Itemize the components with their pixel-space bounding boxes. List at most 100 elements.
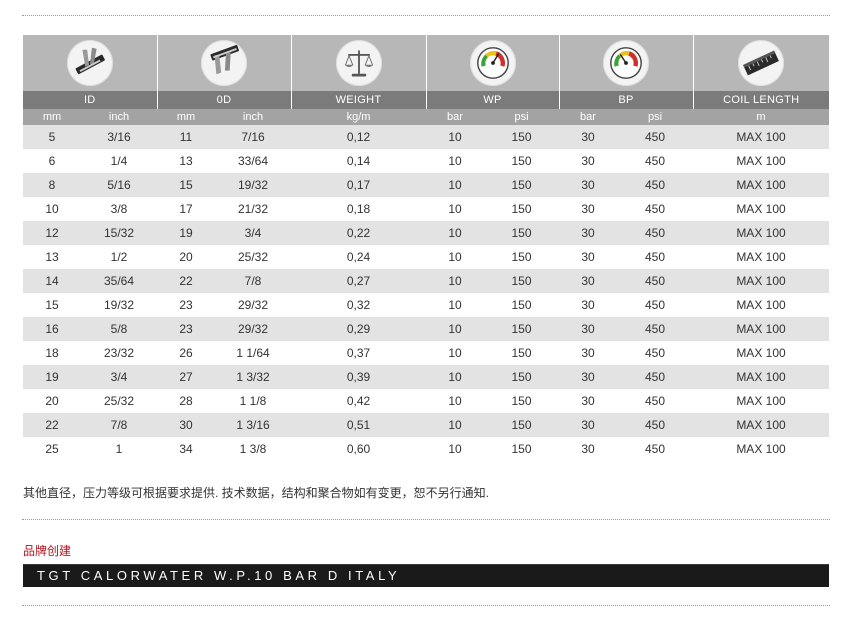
cell-wp-psi: 150 [484,125,559,149]
column-title-id: ID [23,91,157,109]
icon-cell-bp [558,35,693,91]
cell-od-mm: 23 [157,293,215,317]
cell-id-inch: 15/32 [81,221,157,245]
cell-bp-psi: 450 [617,341,693,365]
cell-bp-bar: 30 [559,221,617,245]
cell-id-mm: 14 [23,269,81,293]
cell-od-inch: 29/32 [215,293,291,317]
cell-bp-bar: 30 [559,341,617,365]
cell-weight-kgm: 0,29 [291,317,426,341]
cell-bp-bar: 30 [559,317,617,341]
cell-id-inch: 1/2 [81,245,157,269]
icon-row [23,35,829,91]
cell-id-mm: 22 [23,413,81,437]
cell-coil-length: MAX 100 [693,125,829,149]
brand-bar: TGT CALORWATER W.P.10 BAR D ITALY [23,564,829,587]
table-row: 12 15/32 19 3/4 0,22 10 150 30 450 MAX 100 [23,221,829,245]
cell-bp-psi: 450 [617,221,693,245]
cell-od-mm: 20 [157,245,215,269]
cell-coil-length: MAX 100 [693,269,829,293]
footnote: 其他直径，压力等级可根据要求提供. 技术数据，结构和聚合物如有变更，恕不另行通知… [23,486,490,500]
cell-coil-length: MAX 100 [693,413,829,437]
brand-label: 品牌创建 [23,544,72,558]
cell-id-inch: 19/32 [81,293,157,317]
column-title-coil-length: COIL LENGTH [692,91,829,109]
cell-coil-length: MAX 100 [693,365,829,389]
cell-weight-kgm: 0,24 [291,245,426,269]
cell-bp-bar: 30 [559,413,617,437]
cell-bp-bar: 30 [559,125,617,149]
cell-id-mm: 8 [23,173,81,197]
cell-id-mm: 20 [23,389,81,413]
cell-coil-length: MAX 100 [693,197,829,221]
cell-od-mm: 26 [157,341,215,365]
cell-bp-psi: 450 [617,365,693,389]
table-row: 6 1/4 13 33/64 0,14 10 150 30 450 MAX 100 [23,149,829,173]
cell-wp-psi: 150 [484,221,559,245]
cell-od-inch: 29/32 [215,317,291,341]
cell-bp-psi: 450 [617,245,693,269]
table-row: 14 35/64 22 7/8 0,27 10 150 30 450 MAX 100 [23,269,829,293]
bottom-divider [22,605,830,606]
cell-id-mm: 16 [23,317,81,341]
unit-bp-psi: psi [617,109,693,125]
cell-wp-bar: 10 [426,269,484,293]
cell-bp-psi: 450 [617,269,693,293]
cell-bp-psi: 450 [617,437,693,461]
cell-coil-length: MAX 100 [693,293,829,317]
cell-wp-bar: 10 [426,293,484,317]
column-title-weight: WEIGHT [290,91,426,109]
cell-wp-bar: 10 [426,437,484,461]
cell-wp-psi: 150 [484,413,559,437]
cell-bp-bar: 30 [559,437,617,461]
cell-id-mm: 25 [23,437,81,461]
cell-od-inch: 33/64 [215,149,291,173]
cell-wp-bar: 10 [426,149,484,173]
column-title-wp: WP [425,91,559,109]
cell-wp-bar: 10 [426,389,484,413]
cell-bp-psi: 450 [617,173,693,197]
cell-wp-psi: 150 [484,149,559,173]
table-row: 13 1/2 20 25/32 0,24 10 150 30 450 MAX 100 [23,245,829,269]
cell-od-inch: 1 1/8 [215,389,291,413]
column-title-row: ID 0D WEIGHT WP BP COIL LENGTH [23,91,829,109]
cell-bp-psi: 450 [617,317,693,341]
cell-id-inch: 3/8 [81,197,157,221]
cell-coil-length: MAX 100 [693,149,829,173]
cell-od-mm: 28 [157,389,215,413]
icon-cell-od [156,35,291,91]
table-row: 8 5/16 15 19/32 0,17 10 150 30 450 MAX 100 [23,173,829,197]
cell-bp-psi: 450 [617,197,693,221]
unit-bp-bar: bar [559,109,617,125]
icon-cell-wp [425,35,559,91]
cell-weight-kgm: 0,14 [291,149,426,173]
pressure-gauge-icon [603,40,649,86]
cell-weight-kgm: 0,51 [291,413,426,437]
table-row: 16 5/8 23 29/32 0,29 10 150 30 450 MAX 100 [23,317,829,341]
cell-wp-psi: 150 [484,437,559,461]
unit-od-mm: mm [157,109,215,125]
cell-bp-psi: 450 [617,149,693,173]
cell-wp-bar: 10 [426,125,484,149]
cell-bp-psi: 450 [617,413,693,437]
cell-wp-psi: 150 [484,341,559,365]
cell-weight-kgm: 0,60 [291,437,426,461]
unit-weight: kg/m [291,109,426,125]
cell-od-mm: 34 [157,437,215,461]
top-divider [22,15,830,16]
cell-wp-psi: 150 [484,197,559,221]
cell-od-inch: 3/4 [215,221,291,245]
cell-wp-bar: 10 [426,413,484,437]
cell-bp-bar: 30 [559,389,617,413]
cell-od-inch: 21/32 [215,197,291,221]
cell-wp-bar: 10 [426,245,484,269]
unit-coil: m [693,109,829,125]
cell-od-mm: 15 [157,173,215,197]
table-row: 18 23/32 26 1 1/64 0,37 10 150 30 450 MAX 100 [23,341,829,365]
cell-od-inch: 1 1/64 [215,341,291,365]
cell-weight-kgm: 0,22 [291,221,426,245]
cell-wp-bar: 10 [426,341,484,365]
cell-bp-bar: 30 [559,197,617,221]
cell-wp-psi: 150 [484,389,559,413]
cell-weight-kgm: 0,27 [291,269,426,293]
